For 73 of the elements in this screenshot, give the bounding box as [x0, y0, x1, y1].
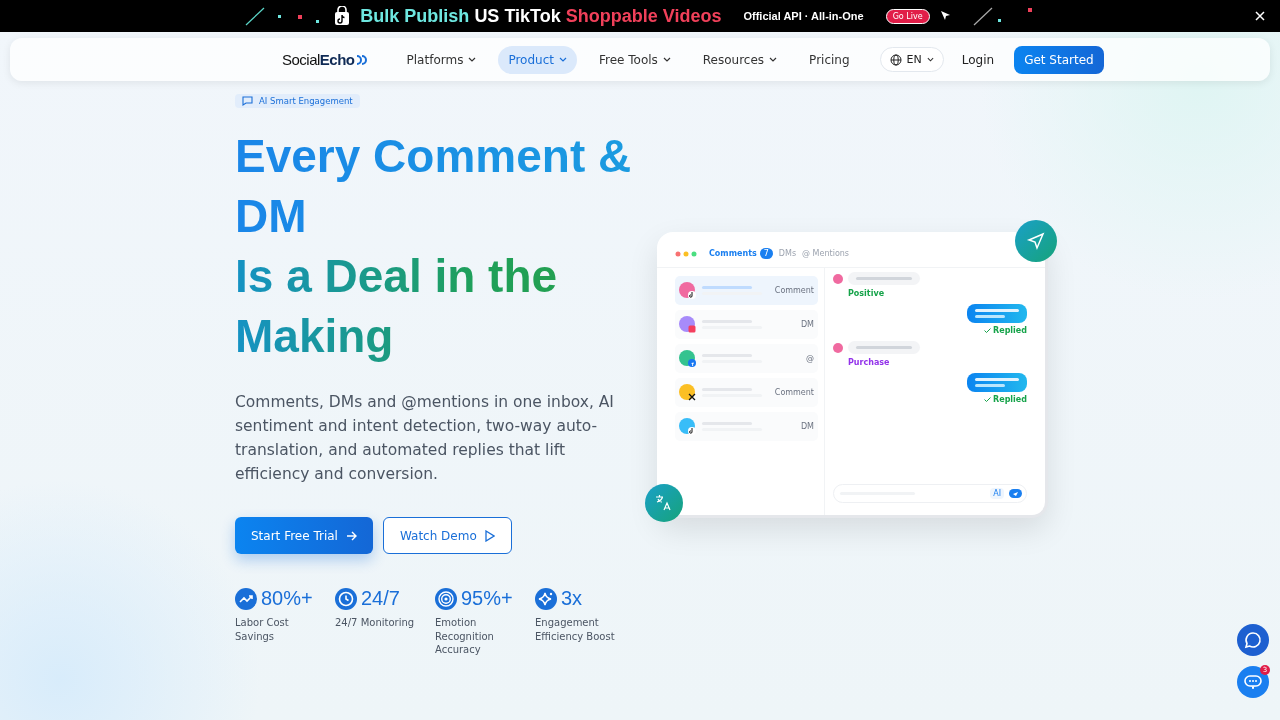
stat-value: 24/7 [361, 587, 400, 610]
replied-label: Replied [993, 395, 1027, 404]
nav-item[interactable]: Resources [692, 45, 788, 74]
support-chat-button[interactable] [1237, 666, 1269, 698]
conversation-tag: @ [806, 354, 814, 363]
globe-icon [889, 53, 902, 66]
stat-label: Labor Cost Savings [235, 616, 290, 643]
cursor-icon [939, 10, 952, 22]
conversation-tag: DM [800, 320, 814, 329]
ai-button[interactable]: AI [990, 488, 1004, 499]
start-trial-button[interactable]: Start Free Trial [235, 517, 373, 554]
clock-icon [335, 587, 357, 610]
sparkle-icon [535, 587, 557, 610]
conversation-item[interactable]: DM [675, 310, 818, 339]
target-icon [435, 587, 457, 610]
chevron-down-icon [926, 57, 934, 62]
message-bubble [848, 272, 920, 285]
chat-button[interactable] [1237, 624, 1269, 656]
conversation-item[interactable]: DM [675, 412, 818, 441]
conversation-tag: Comment [774, 388, 814, 397]
conversation-tag: Comment [774, 286, 814, 295]
conversation-item[interactable]: Comment [675, 276, 818, 305]
send-icon[interactable] [1009, 489, 1022, 498]
nav-item[interactable]: Product [498, 45, 577, 74]
inbox-tab[interactable]: Comments [709, 249, 757, 258]
stat-value: 80%+ [261, 587, 313, 610]
chat-bubble-icon [1244, 631, 1262, 649]
shopping-bag-icon [334, 6, 351, 26]
avatar-icon [679, 315, 697, 334]
feature-tag-text: AI Smart Engagement [259, 96, 353, 106]
avatar-icon [679, 349, 697, 368]
trend-icon [235, 587, 257, 610]
inbox-tab[interactable]: @ Mentions [802, 249, 849, 258]
avatar-icon [679, 417, 697, 436]
avatar-icon [679, 383, 697, 402]
language-selector[interactable]: EN [879, 47, 944, 72]
arrow-right-icon [345, 530, 357, 541]
checkmark-icon [984, 397, 992, 402]
get-started-button[interactable]: Get Started [1014, 45, 1104, 74]
watch-demo-button[interactable]: Watch Demo [382, 517, 512, 554]
reply-bubble [967, 373, 1027, 392]
message-bubble [848, 341, 920, 354]
message-icon [1244, 674, 1262, 690]
inbox-tab[interactable]: DMs [778, 249, 797, 258]
banner-tagline: Official API · All-in-One [743, 10, 864, 22]
avatar-icon [679, 281, 697, 300]
nav-item[interactable]: Pricing [799, 45, 860, 74]
login-link[interactable]: Login [955, 51, 1001, 68]
stat-value: 95%+ [461, 587, 513, 610]
logo[interactable]: SocialEcho [282, 51, 367, 68]
nav-item[interactable]: Platforms [396, 45, 487, 74]
hero-description: Comments, DMs and @mentions in one inbox, AI sentiment and intent detection, two-way auto-translation, and automated replies that lift efficiency and conversion. [235, 392, 615, 485]
chat-bubble-icon [242, 96, 253, 106]
conversation-item[interactable]: Comment [675, 378, 818, 407]
window-dots-icon [675, 250, 697, 257]
stat-label: Engagement Efficiency Boost [535, 616, 616, 643]
stat-value: 3x [561, 587, 583, 610]
reply-bubble [967, 304, 1027, 323]
banner-headline: Bulk Publish US TikTok Shoppable Videos [360, 5, 722, 27]
checkmark-icon [984, 328, 992, 333]
stat-label: 24/7 Monitoring [335, 616, 416, 630]
conversation-tag: DM [800, 422, 814, 431]
avatar-icon [833, 342, 843, 353]
avatar-icon [833, 273, 843, 284]
play-icon [484, 529, 495, 542]
conversation-item[interactable]: @ [675, 344, 818, 373]
replied-label: Replied [993, 326, 1027, 335]
nav-item[interactable]: Free Tools [588, 45, 681, 74]
stat-label: Emotion Recognition Accuracy [435, 616, 495, 657]
go-live-button[interactable]: Go Live [885, 8, 930, 24]
count-badge: 7 [759, 248, 773, 259]
sentiment-label: Positive [848, 289, 885, 298]
sentiment-label: Purchase [848, 358, 890, 367]
